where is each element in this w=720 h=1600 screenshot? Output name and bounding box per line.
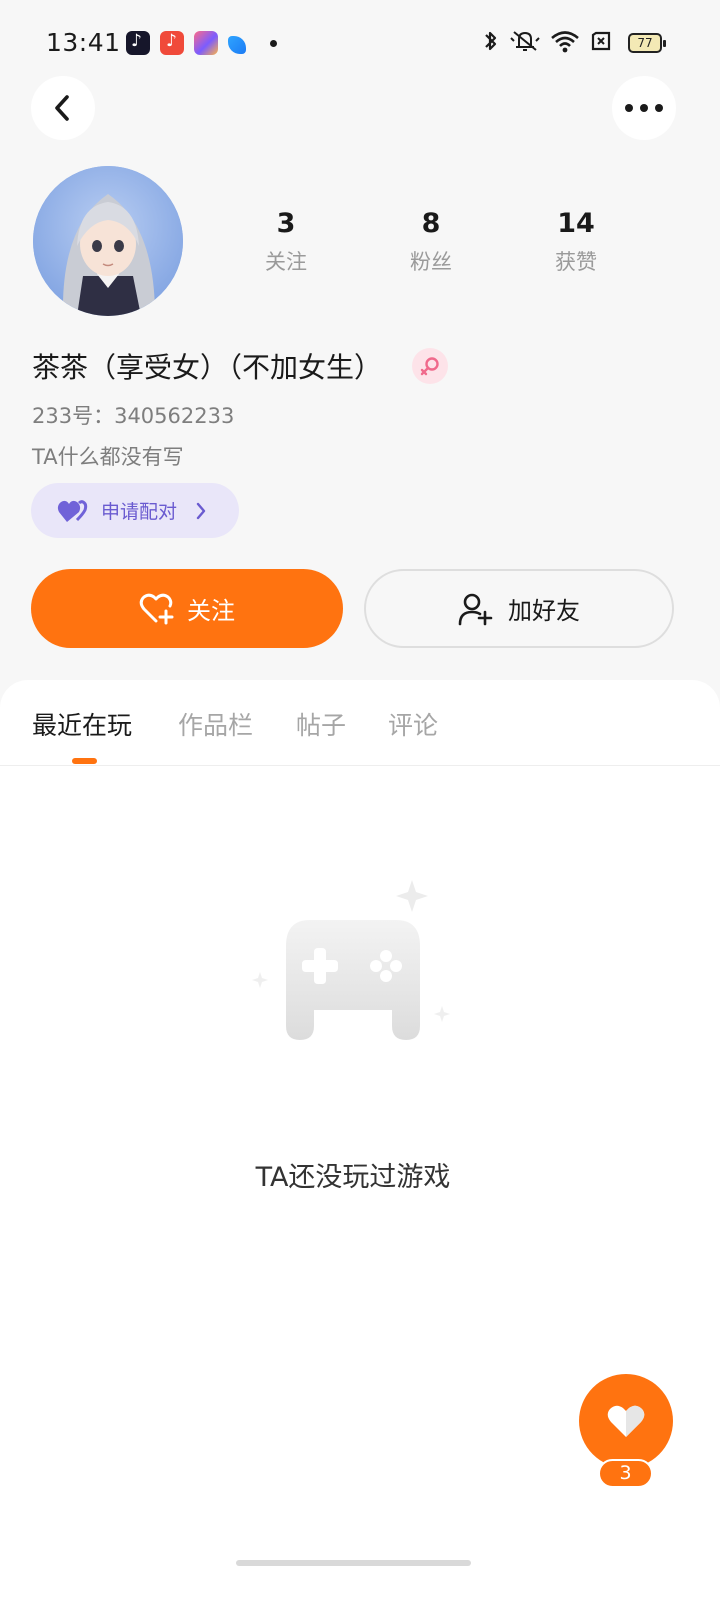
gender-badge — [412, 348, 448, 384]
avatar-image — [33, 166, 183, 316]
back-button[interactable] — [31, 76, 95, 140]
stat-followers-label: 粉丝 — [410, 250, 452, 274]
request-match-button[interactable]: 申请配对 — [31, 483, 239, 538]
chevron-right-icon — [196, 502, 206, 519]
request-match-label: 申请配对 — [101, 501, 178, 523]
tab-recently-played[interactable]: 最近在玩 — [32, 706, 132, 742]
stat-following-count: 3 — [276, 208, 296, 239]
feather-notification-icon — [228, 35, 246, 54]
app-notification-icon — [194, 31, 218, 55]
follow-button[interactable]: 关注 — [31, 569, 343, 648]
notification-icons — [126, 31, 277, 55]
music-notification-icon — [160, 31, 184, 55]
stat-likes-label: 获赞 — [555, 250, 597, 274]
more-notifications-dot-icon — [270, 39, 277, 47]
more-icon — [625, 104, 663, 112]
wifi-icon — [551, 31, 579, 53]
back-icon — [55, 95, 69, 121]
stat-following[interactable]: 3 关注 — [226, 206, 346, 276]
no-sim-icon — [591, 31, 611, 51]
tab-comments[interactable]: 评论 — [388, 706, 438, 742]
gamepad-icon — [252, 880, 450, 1040]
status-bar: 13:41 77 — [0, 0, 720, 88]
battery-icon: 77 — [628, 33, 666, 53]
mute-icon — [510, 31, 540, 51]
follow-label: 关注 — [187, 597, 235, 625]
stat-likes[interactable]: 14 获赞 — [516, 206, 636, 276]
add-user-icon — [458, 593, 493, 625]
nickname: 茶茶（享受女）（不加女生） — [32, 351, 383, 384]
bluetooth-icon — [485, 31, 497, 51]
stat-following-label: 关注 — [265, 250, 307, 274]
add-friend-button[interactable]: 加好友 — [364, 569, 674, 648]
active-tab-indicator — [72, 758, 97, 764]
tab-posts[interactable]: 帖子 — [296, 706, 346, 742]
more-options-button[interactable] — [612, 76, 676, 140]
double-heart-icon — [57, 499, 88, 522]
stat-likes-count: 14 — [557, 208, 595, 239]
home-indicator[interactable] — [236, 1560, 471, 1566]
system-icons — [482, 29, 612, 53]
female-icon — [420, 357, 439, 376]
like-float-button[interactable] — [579, 1374, 673, 1468]
add-friend-label: 加好友 — [508, 597, 580, 625]
user-id: 233号：340562233 — [32, 404, 235, 428]
stat-followers-count: 8 — [421, 208, 441, 239]
empty-state-message: TA还没玩过游戏 — [255, 1162, 451, 1193]
heart-plus-icon — [139, 593, 174, 624]
like-icon — [607, 1405, 645, 1437]
like-count-badge: 3 — [598, 1459, 653, 1488]
tab-works[interactable]: 作品栏 — [178, 706, 253, 742]
avatar[interactable] — [33, 166, 183, 316]
status-time: 13:41 — [46, 28, 121, 57]
bio: TA什么都没有写 — [32, 445, 184, 469]
stat-followers[interactable]: 8 粉丝 — [371, 206, 491, 276]
battery-level: 77 — [637, 36, 653, 50]
tab-bar: 最近在玩 作品栏 帖子 评论 — [0, 680, 720, 766]
tiktok-notification-icon — [126, 31, 150, 55]
